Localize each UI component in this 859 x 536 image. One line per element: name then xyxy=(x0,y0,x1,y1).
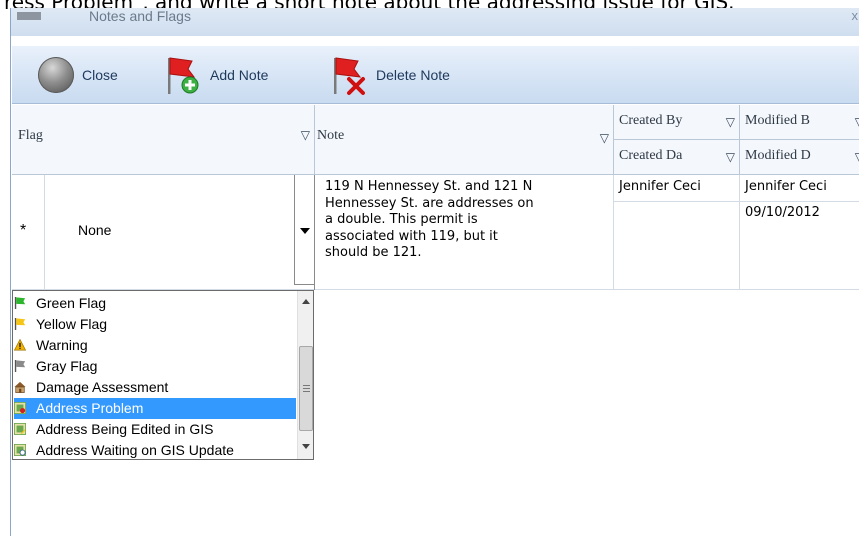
created-by-value: Jennifer Ceci xyxy=(619,179,701,194)
dropdown-option-label: Warning xyxy=(36,337,88,353)
note-line: associated with 119, but it xyxy=(325,228,498,244)
chevron-down-icon xyxy=(300,228,310,234)
new-row-marker: * xyxy=(20,222,27,239)
column-header-created-date-label: Created Da xyxy=(619,148,683,163)
title-bar: Notes and Flags x xyxy=(11,8,859,36)
grip-line xyxy=(303,388,310,389)
dropdown-option-damage-assessment[interactable]: Damage Assessment xyxy=(14,377,296,398)
column-header-modified-date[interactable]: Modified D ▽ xyxy=(740,140,859,175)
note-line: a double. This permit is xyxy=(325,212,478,227)
scroll-up-arrow-icon[interactable] xyxy=(302,299,310,304)
green-flag-icon xyxy=(14,297,26,309)
toolbar: Close Add Note Delete Note xyxy=(12,46,859,104)
grip-line xyxy=(303,391,310,392)
column-header-created-date[interactable]: Created Da ▽ xyxy=(614,140,740,175)
row-indicator[interactable]: * xyxy=(12,175,45,290)
filter-icon[interactable]: ▽ xyxy=(726,115,735,130)
yellow-flag-icon xyxy=(14,318,26,330)
dropdown-option-label: Green Flag xyxy=(36,295,107,311)
filter-icon[interactable]: ▽ xyxy=(726,150,735,165)
window-icon xyxy=(17,12,41,20)
add-note-button-label: Add Note xyxy=(210,67,269,83)
grid-header: Flag ▽ Note ▽ Created By ▽ Modified B ▽ … xyxy=(12,105,859,175)
column-header-modified-date-label: Modified D xyxy=(745,148,811,163)
note-cell[interactable]: 119 N Hennessey St. and 121 N Hennessey S… xyxy=(315,175,614,290)
table-row[interactable]: * None 119 N Hennessey St. and 121 N Henn… xyxy=(12,175,859,290)
flag-select[interactable]: None xyxy=(45,175,315,290)
dropdown-option-green-flag[interactable]: Green Flag xyxy=(14,293,296,314)
flag-dropdown-list[interactable]: Green Flag Yellow Flag Warning Gray Flag… xyxy=(12,290,314,460)
gray-flag-icon xyxy=(14,360,26,372)
address-editing-icon xyxy=(14,423,26,435)
grip-line xyxy=(303,385,310,386)
cell-divider xyxy=(614,201,739,202)
modified-by-value: Jennifer Ceci xyxy=(745,179,827,194)
dropdown-option-gray-flag[interactable]: Gray Flag xyxy=(14,356,296,377)
window-title: Notes and Flags xyxy=(89,8,191,24)
dropdown-scrollbar[interactable] xyxy=(297,291,313,459)
dropdown-option-address-being-edited[interactable]: Address Being Edited in GIS xyxy=(14,419,296,440)
dropdown-option-label: Damage Assessment xyxy=(36,379,169,395)
red-flag-add-icon xyxy=(168,57,199,94)
gray-orb-icon xyxy=(38,57,74,93)
window-close-button[interactable]: x xyxy=(852,8,859,23)
dropdown-option-address-problem[interactable]: Address Problem xyxy=(14,398,296,419)
delete-note-button[interactable]: Delete Note xyxy=(328,46,450,104)
add-note-button[interactable]: Add Note xyxy=(162,46,268,104)
warning-icon xyxy=(14,339,26,351)
close-button-label: Close xyxy=(82,67,118,83)
modified-date-value: 09/10/2012 xyxy=(745,205,820,220)
flag-dropdown-button[interactable] xyxy=(294,175,314,285)
cell-divider xyxy=(740,201,859,202)
notes-and-flags-window: Notes and Flags x Close Add Note Delete xyxy=(10,8,859,536)
column-header-created-by[interactable]: Created By ▽ xyxy=(614,105,740,140)
dropdown-option-label: Address Waiting on GIS Update xyxy=(36,442,234,458)
created-by-cell[interactable]: Jennifer Ceci xyxy=(614,175,740,290)
dropdown-option-label: Gray Flag xyxy=(36,358,98,374)
column-header-note-label: Note xyxy=(317,128,345,143)
damaged-house-icon xyxy=(14,381,26,393)
scroll-down-arrow-icon[interactable] xyxy=(302,444,310,449)
filter-icon[interactable]: ▽ xyxy=(855,115,859,130)
filter-icon[interactable]: ▽ xyxy=(855,150,859,165)
column-header-created-by-label: Created By xyxy=(619,113,683,128)
dropdown-option-yellow-flag[interactable]: Yellow Flag xyxy=(14,314,296,335)
dropdown-option-label: Address Being Edited in GIS xyxy=(36,421,214,437)
dropdown-option-label: Address Problem xyxy=(36,400,144,416)
note-line: should be 121. xyxy=(325,245,422,260)
column-header-modified-by[interactable]: Modified B ▽ xyxy=(740,105,859,140)
modified-by-cell[interactable]: Jennifer Ceci 09/10/2012 xyxy=(740,175,859,290)
column-header-flag-label: Flag xyxy=(18,128,43,143)
dropdown-option-address-waiting[interactable]: Address Waiting on GIS Update xyxy=(14,440,296,459)
delete-note-button-label: Delete Note xyxy=(376,67,450,83)
dropdown-option-label: Yellow Flag xyxy=(36,316,108,332)
dropdown-option-warning[interactable]: Warning xyxy=(14,335,296,356)
column-header-note[interactable]: Note ▽ xyxy=(315,105,614,175)
column-header-flag[interactable]: Flag ▽ xyxy=(12,105,315,175)
close-button[interactable]: Close xyxy=(38,46,118,104)
address-waiting-icon xyxy=(14,444,26,456)
address-problem-icon xyxy=(14,402,26,414)
filter-icon[interactable]: ▽ xyxy=(600,131,609,146)
note-line: Hennessey St. are addresses on xyxy=(325,195,534,211)
red-flag-delete-icon xyxy=(334,57,365,95)
flag-select-value: None xyxy=(78,222,112,238)
filter-icon[interactable]: ▽ xyxy=(301,128,310,143)
scrollbar-thumb[interactable] xyxy=(299,346,313,431)
column-header-modified-by-label: Modified B xyxy=(745,113,810,128)
note-line: 119 N Hennessey St. and 121 N xyxy=(325,179,533,194)
